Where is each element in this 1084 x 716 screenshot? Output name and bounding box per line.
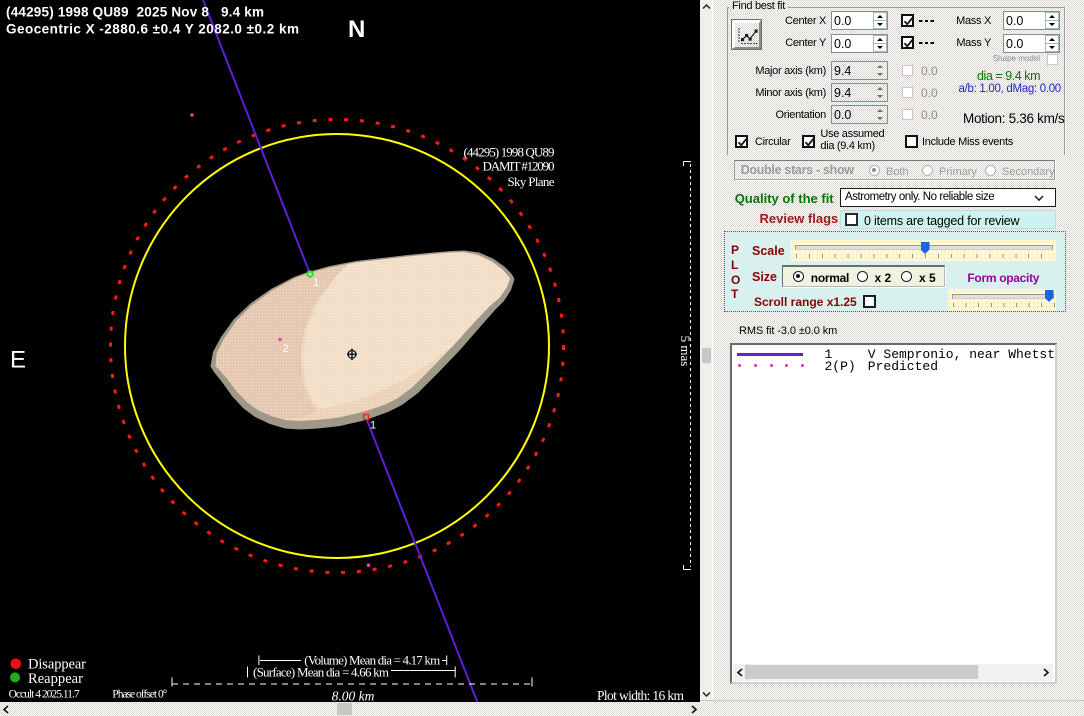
svg-text:Plot width: 16 km: Plot width: 16 km — [597, 688, 684, 702]
svg-text:8.00 km: 8.00 km — [332, 689, 375, 703]
svg-text:DAMIT #12090: DAMIT #12090 — [483, 159, 555, 174]
svg-text:Geocentric X -2880.6 ±0.4 Y 20: Geocentric X -2880.6 ±0.4 Y 2082.0 ±0.2 … — [6, 22, 299, 37]
svg-text:(Surface) Mean dia = 4.66 km: (Surface) Mean dia = 4.66 km — [253, 665, 389, 680]
svg-text:2: 2 — [283, 343, 289, 355]
svg-text:Reappear: Reappear — [28, 671, 83, 687]
svg-text:N: N — [348, 16, 365, 43]
svg-text:1: 1 — [313, 277, 319, 289]
svg-text:(44295) 1998 QU89: (44295) 1998 QU89 — [464, 144, 555, 159]
svg-text:Sky Plane: Sky Plane — [508, 174, 555, 189]
svg-text:Phase offset 0°: Phase offset 0° — [112, 689, 167, 701]
svg-text:(44295) 1998 QU89 2025 Nov 8: (44295) 1998 QU89 2025 Nov 8 9.4 km — [6, 5, 264, 20]
svg-text:5 mas: 5 mas — [678, 336, 693, 367]
svg-text:E: E — [10, 347, 26, 374]
svg-text:Occult 4 2025.11.7: Occult 4 2025.11.7 — [9, 689, 80, 701]
svg-text:1: 1 — [370, 420, 376, 432]
